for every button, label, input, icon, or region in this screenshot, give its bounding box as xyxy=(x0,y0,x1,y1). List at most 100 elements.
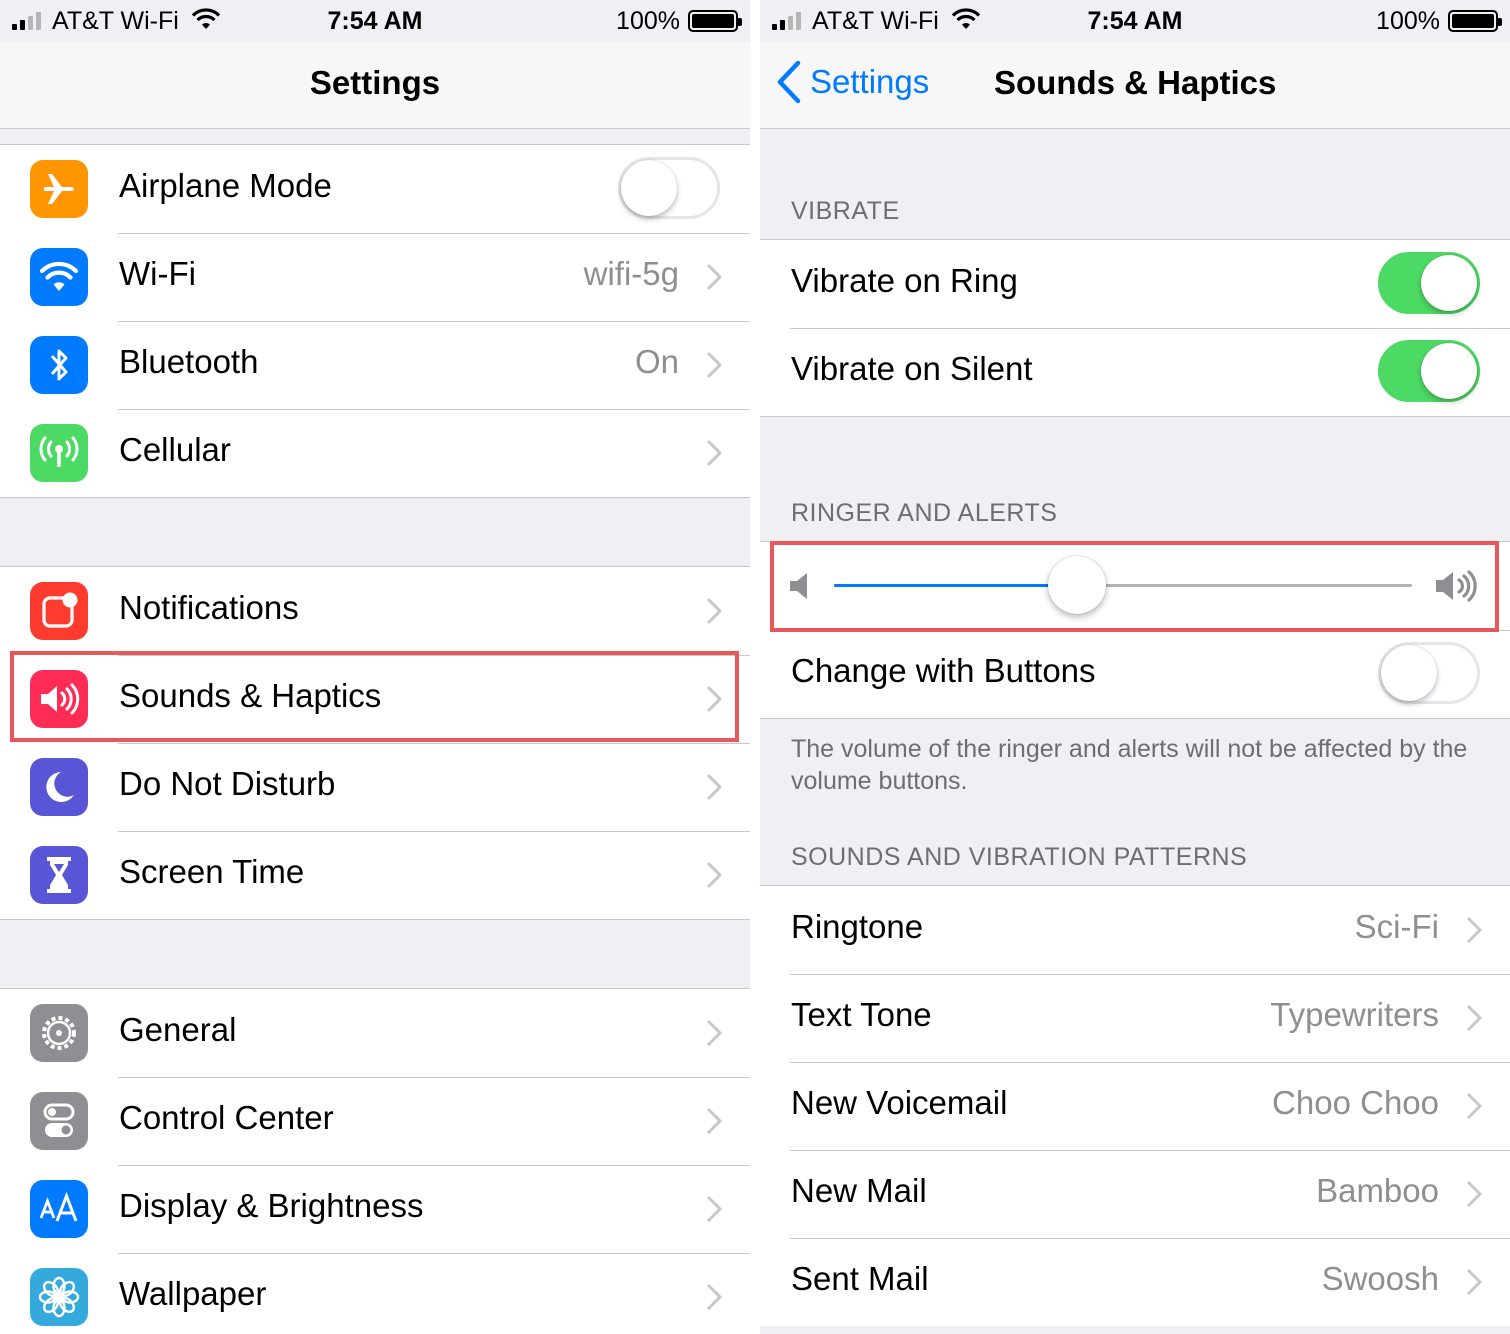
battery-icon xyxy=(1448,10,1502,32)
settings-row-do-not-disturb[interactable]: Do Not Disturb xyxy=(0,743,750,831)
sent-mail-row[interactable]: Sent Mail Swoosh xyxy=(760,1238,1510,1326)
vibrate-on-ring-row: Vibrate on Ring xyxy=(760,240,1510,328)
airplane-mode-toggle[interactable] xyxy=(618,157,720,219)
row-label: New Voicemail xyxy=(791,1084,1008,1121)
settings-row-wallpaper[interactable]: Wallpaper xyxy=(0,1253,750,1334)
change-with-buttons-toggle[interactable] xyxy=(1378,642,1480,704)
settings-row-cellular[interactable]: Cellular xyxy=(0,409,750,497)
patterns-section-header: SOUNDS AND VIBRATION PATTERNS xyxy=(791,843,1248,871)
switches-icon xyxy=(30,1092,88,1150)
row-label: Airplane Mode xyxy=(119,167,332,204)
chevron-right-icon xyxy=(1466,1268,1482,1296)
chevron-right-icon xyxy=(706,1195,722,1223)
chevron-left-icon xyxy=(777,60,801,104)
chevron-right-icon xyxy=(1466,916,1482,944)
battery-percent: 100% xyxy=(1376,7,1440,35)
ringer-volume-slider[interactable] xyxy=(834,556,1412,614)
slider-thumb[interactable] xyxy=(1047,556,1106,614)
row-value: Bamboo xyxy=(1316,1172,1439,1209)
chevron-right-icon xyxy=(706,1107,722,1135)
row-label: Vibrate on Silent xyxy=(791,350,1033,387)
settings-row-wifi[interactable]: Wi-Fi wifi-5g xyxy=(0,233,750,321)
ringtone-row[interactable]: Ringtone Sci-Fi xyxy=(760,886,1510,974)
page-title: Settings xyxy=(309,64,441,101)
connectivity-group: Airplane Mode Wi-Fi wifi-5g Bluetooth On… xyxy=(0,144,750,498)
nav-bar: Settings Sounds & Haptics xyxy=(760,42,1510,129)
chevron-right-icon xyxy=(706,263,722,291)
row-value: On xyxy=(634,343,679,380)
speaker-icon xyxy=(30,670,88,728)
chevron-right-icon xyxy=(706,773,722,801)
row-label: Screen Time xyxy=(119,853,305,890)
row-label: Do Not Disturb xyxy=(119,765,336,802)
volume-high-icon xyxy=(1436,570,1477,602)
row-value: Swoosh xyxy=(1321,1260,1439,1297)
moon-icon xyxy=(30,758,88,816)
chevron-right-icon xyxy=(706,861,722,889)
row-label: Control Center xyxy=(119,1099,334,1136)
vibrate-section-header: VIBRATE xyxy=(791,197,900,225)
settings-row-notifications[interactable]: Notifications xyxy=(0,567,750,655)
page-title: Sounds & Haptics xyxy=(994,64,1277,101)
row-label: Sent Mail xyxy=(791,1260,929,1297)
row-value: Typewriters xyxy=(1270,996,1439,1033)
settings-row-display-brightness[interactable]: Display & Brightness xyxy=(0,1165,750,1253)
airplane-icon xyxy=(30,160,88,218)
vibrate-on-silent-toggle[interactable] xyxy=(1378,340,1480,402)
row-value: Choo Choo xyxy=(1272,1084,1439,1121)
row-label: Notifications xyxy=(119,589,299,626)
ringer-group: Change with Buttons xyxy=(760,541,1510,719)
row-label: Text Tone xyxy=(791,996,932,1033)
chevron-right-icon xyxy=(706,597,722,625)
back-button-label: Settings xyxy=(810,63,930,100)
chevron-right-icon xyxy=(706,1283,722,1311)
row-label: Vibrate on Ring xyxy=(791,262,1018,299)
settings-row-bluetooth[interactable]: Bluetooth On xyxy=(0,321,750,409)
chevron-right-icon xyxy=(706,1019,722,1047)
row-label: Display & Brightness xyxy=(119,1187,424,1224)
chevron-right-icon xyxy=(1466,1180,1482,1208)
gear-icon xyxy=(30,1004,88,1062)
nav-bar: Settings xyxy=(0,42,750,129)
settings-screen: AT&T Wi-Fi 7:54 AM 100% Settings Airplan… xyxy=(0,0,750,1334)
chevron-right-icon xyxy=(1466,1092,1482,1120)
row-label: Wi-Fi xyxy=(119,255,196,292)
new-mail-row[interactable]: New Mail Bamboo xyxy=(760,1150,1510,1238)
system-group: General Control Center Display & Brightn… xyxy=(0,988,750,1334)
row-label: New Mail xyxy=(791,1172,927,1209)
settings-row-screen-time[interactable]: Screen Time xyxy=(0,831,750,919)
row-label: Ringtone xyxy=(791,908,924,945)
row-value: Sci-Fi xyxy=(1354,908,1439,945)
settings-row-control-center[interactable]: Control Center xyxy=(0,1077,750,1165)
back-button[interactable]: Settings xyxy=(776,60,929,104)
ringer-section-header: RINGER AND ALERTS xyxy=(791,499,1058,527)
slider-fill xyxy=(834,584,1077,587)
ringer-footer-note: The volume of the ringer and alerts will… xyxy=(791,735,1468,795)
cellular-icon xyxy=(30,424,88,482)
settings-row-general[interactable]: General xyxy=(0,989,750,1077)
settings-row-airplane-mode[interactable]: Airplane Mode xyxy=(0,145,750,233)
row-label: Cellular xyxy=(119,431,231,468)
new-voicemail-row[interactable]: New Voicemail Choo Choo xyxy=(760,1062,1510,1150)
battery-icon xyxy=(688,10,742,32)
row-label: Bluetooth xyxy=(119,343,259,380)
attention-group: Notifications Sounds & Haptics Do Not Di… xyxy=(0,566,750,920)
flower-icon xyxy=(30,1268,88,1326)
settings-row-sounds-haptics[interactable]: Sounds & Haptics xyxy=(0,655,750,743)
status-bar: AT&T Wi-Fi 7:54 AM 100% xyxy=(760,0,1510,42)
chevron-right-icon xyxy=(1466,1004,1482,1032)
row-label: Wallpaper xyxy=(119,1275,267,1312)
volume-low-icon xyxy=(790,573,807,599)
vibrate-on-ring-toggle[interactable] xyxy=(1378,252,1480,314)
sounds-haptics-screen: AT&T Wi-Fi 7:54 AM 100% Settings Sounds … xyxy=(760,0,1510,1334)
status-bar: AT&T Wi-Fi 7:54 AM 100% xyxy=(0,0,750,42)
notifications-icon xyxy=(30,582,88,640)
row-label: Change with Buttons xyxy=(791,652,1096,689)
bluetooth-icon xyxy=(30,336,88,394)
row-value: wifi-5g xyxy=(583,255,679,292)
ringer-volume-row xyxy=(760,542,1510,630)
chevron-right-icon xyxy=(706,351,722,379)
vibrate-group: Vibrate on Ring Vibrate on Silent xyxy=(760,239,1510,417)
change-with-buttons-row: Change with Buttons xyxy=(760,630,1510,718)
text-tone-row[interactable]: Text Tone Typewriters xyxy=(760,974,1510,1062)
